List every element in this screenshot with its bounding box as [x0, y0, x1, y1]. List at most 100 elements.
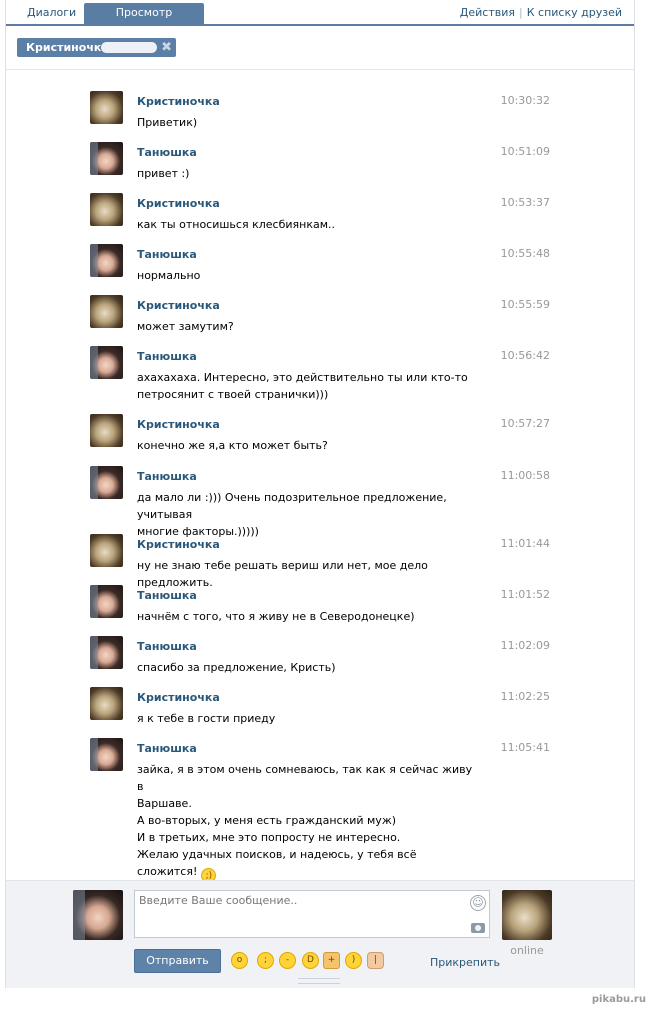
message-time: 10:30:32 [500, 94, 550, 107]
message-line-text: многие факторы.))))) [137, 525, 259, 538]
message-line: привет :) [137, 165, 477, 182]
link-separator: | [519, 6, 523, 19]
message-time: 10:56:42 [500, 349, 550, 362]
message-author[interactable]: Кристиночка [137, 418, 220, 431]
message-time: 10:51:09 [500, 145, 550, 158]
grin-emoji-icon[interactable]: D [302, 952, 319, 969]
message-time: 10:57:27 [500, 417, 550, 430]
message-text: Приветик) [137, 114, 477, 131]
avatar[interactable] [90, 636, 123, 669]
avatar[interactable] [90, 193, 123, 226]
message-line-text: начнём с того, что я живу не в Северодон… [137, 610, 415, 623]
message-author[interactable]: Танюшка [137, 470, 197, 483]
avatar[interactable] [90, 585, 123, 618]
message-time: 11:01:44 [500, 537, 550, 550]
message-line-text: зайка, я в этом очень сомневаюсь, так ка… [137, 763, 473, 793]
message-line: начнём с того, что я живу не в Северодон… [137, 608, 477, 625]
send-button[interactable]: Отправить [134, 949, 221, 973]
tabs-bar: Диалоги Просмотр диалогов Действия | К спи… [6, 0, 634, 39]
message-line: И в третьих, мне это попросту не интерес… [137, 829, 477, 846]
composer: ☺ online Отправить o ; - D + ) | Прикреп… [6, 880, 634, 988]
avatar[interactable] [90, 244, 123, 277]
message-input-box[interactable]: ☺ [134, 890, 490, 938]
message-author[interactable]: Танюшка [137, 742, 197, 755]
wink-emoji-icon[interactable]: ; [257, 952, 274, 969]
message-line: петросянит с твоей странички))) [137, 386, 477, 403]
message-line: Приветик) [137, 114, 477, 131]
avatar[interactable] [90, 738, 123, 771]
avatar[interactable] [90, 91, 123, 124]
message-time: 10:55:48 [500, 247, 550, 260]
recipient-name: Кристиночка [26, 41, 109, 54]
message-author[interactable]: Танюшка [137, 589, 197, 602]
message-line-text: Варшаве. [137, 797, 192, 810]
message-line: как ты относишься клесбиянкам.. [137, 216, 477, 233]
message-line-text: спасибо за предложение, Кристь) [137, 661, 336, 674]
message-line-text: И в третьих, мне это попросту не интерес… [137, 831, 401, 844]
message-line: Желаю удачных поисков, и надеюсь, у тебя… [137, 846, 477, 883]
message-author[interactable]: Кристиночка [137, 691, 220, 704]
avatar[interactable] [90, 414, 123, 447]
message-text: я к тебе в гости приеду [137, 710, 477, 727]
watermark: pikabu.ru [591, 994, 646, 1005]
my-avatar[interactable] [73, 890, 123, 940]
message-line: конечно же я,а кто может быть? [137, 437, 477, 454]
friends-list-link[interactable]: К списку друзей [527, 6, 622, 19]
message-author[interactable]: Кристиночка [137, 197, 220, 210]
message-line-text: может замутим? [137, 320, 234, 333]
camera-icon[interactable] [471, 923, 485, 933]
resize-handle[interactable] [298, 978, 340, 984]
message-line-text: ну не знаю тебе решать вериш или нет, мо… [137, 559, 428, 589]
message-line: ну не знаю тебе решать вериш или нет, мо… [137, 557, 477, 591]
avatar[interactable] [90, 142, 123, 175]
message-time: 10:53:37 [500, 196, 550, 209]
avatar[interactable] [90, 295, 123, 328]
message-author[interactable]: Танюшка [137, 640, 197, 653]
message-input[interactable] [139, 894, 459, 907]
recipient-chip[interactable]: Кристиночка ✖ [17, 38, 176, 57]
message-time: 11:01:52 [500, 588, 550, 601]
message-time: 11:02:09 [500, 639, 550, 652]
thumbs-up-icon[interactable]: + [323, 952, 340, 969]
confused-emoji-icon[interactable]: - [279, 952, 296, 969]
message-author[interactable]: Кристиночка [137, 95, 220, 108]
peer-avatar[interactable] [502, 890, 552, 940]
avatar[interactable] [90, 466, 123, 499]
peer-online-status: online [510, 944, 544, 957]
message-author[interactable]: Танюшка [137, 146, 197, 159]
shocked-emoji-icon[interactable]: o [231, 952, 248, 969]
message-text: ну не знаю тебе решать вериш или нет, мо… [137, 557, 477, 591]
message-line-text: нормально [137, 269, 201, 282]
smile-icon[interactable]: ☺ [470, 895, 486, 911]
avatar[interactable] [90, 687, 123, 720]
top-links: Действия | К списку друзей [460, 6, 622, 19]
raised-hand-icon[interactable]: | [367, 952, 384, 969]
message-author[interactable]: Танюшка [137, 350, 197, 363]
tab-dialogs[interactable]: Диалоги [18, 3, 85, 24]
message-line: ахахахаха. Интересно, это действительно … [137, 369, 477, 386]
message-line-text: да мало ли :))) Очень подозрительное пре… [137, 491, 447, 521]
message-line: может замутим? [137, 318, 477, 335]
message-text: конечно же я,а кто может быть? [137, 437, 477, 454]
tab-view-dialogs[interactable]: Просмотр диалогов [84, 3, 204, 39]
message-line: зайка, я в этом очень сомневаюсь, так ка… [137, 761, 477, 795]
message-line-text: Желаю удачных поисков, и надеюсь, у тебя… [137, 848, 417, 878]
message-line-text: петросянит с твоей странички))) [137, 388, 329, 401]
message-author[interactable]: Танюшка [137, 248, 197, 261]
message-line-text: ахахахаха. Интересно, это действительно … [137, 371, 468, 384]
actions-link[interactable]: Действия [460, 6, 515, 19]
message-author[interactable]: Кристиночка [137, 299, 220, 312]
attach-link[interactable]: Прикрепить [430, 956, 500, 969]
message-line: да мало ли :))) Очень подозрительное пре… [137, 489, 477, 523]
message-line: Варшаве. [137, 795, 477, 812]
avatar[interactable] [90, 346, 123, 379]
message-time: 11:05:41 [500, 741, 550, 754]
close-icon[interactable]: ✖ [161, 38, 172, 57]
avatar[interactable] [90, 534, 123, 567]
message-author[interactable]: Кристиночка [137, 538, 220, 551]
message-line-text: я к тебе в гости приеду [137, 712, 276, 725]
message-line: я к тебе в гости приеду [137, 710, 477, 727]
smile-emoji-icon[interactable]: ) [345, 952, 362, 969]
message-line: нормально [137, 267, 477, 284]
message-line: спасибо за предложение, Кристь) [137, 659, 477, 676]
